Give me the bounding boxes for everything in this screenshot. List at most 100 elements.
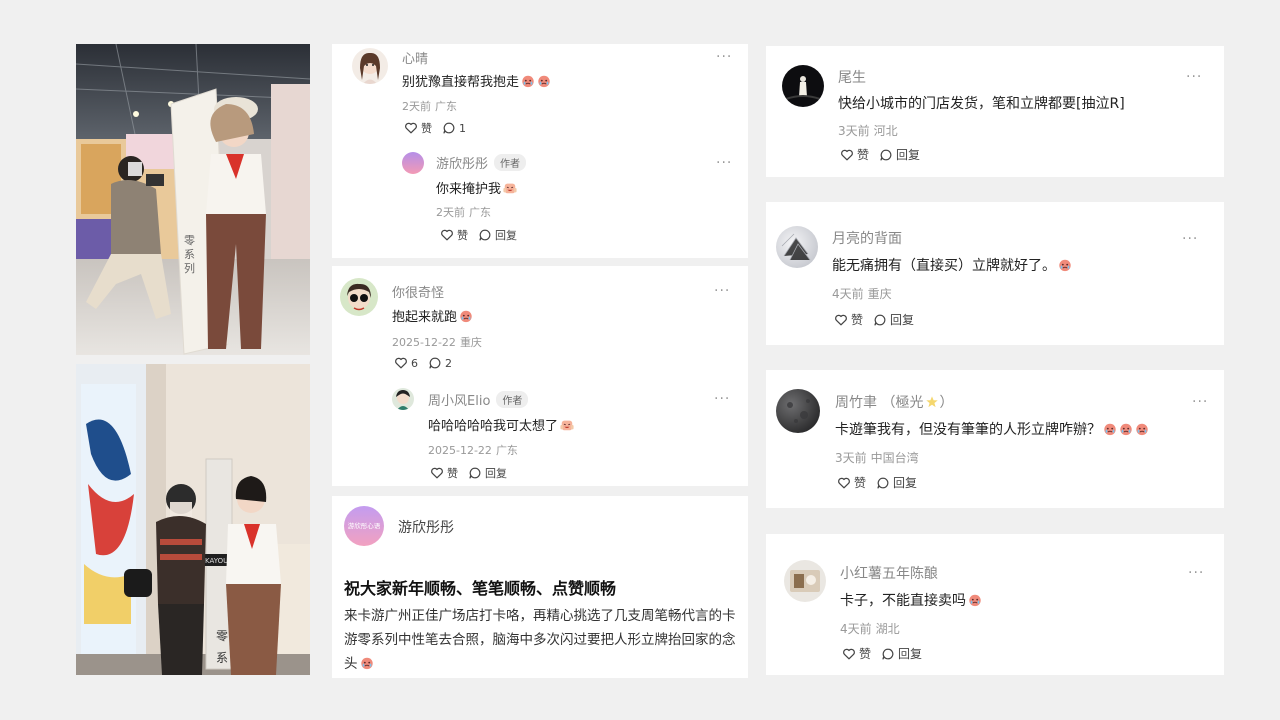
speech-bubble-icon [428, 356, 442, 370]
reply-button[interactable]: 2 [428, 356, 452, 370]
comment-actions: 赞 回复 [840, 146, 920, 163]
comment-username[interactable]: 你很奇怪 [392, 282, 444, 301]
reply-time: 2天前 [436, 206, 465, 219]
reply-location: 广东 [469, 206, 491, 219]
comment-meta: 2天前 广东 [402, 98, 457, 114]
reply-button[interactable]: 回复 [879, 146, 920, 163]
comment-username[interactable]: 月亮的背面 [832, 228, 902, 248]
post-card: 游欣彤心语 游欣彤彤 祝大家新年顺畅、笔笔顺畅、点赞顺畅 来卡游广州正佳广场店打… [332, 496, 748, 678]
comment-username[interactable]: 小红薯五年陈酿 [840, 563, 938, 583]
comment-location: 广东 [435, 100, 457, 113]
comment-text: 快给小城市的门店发货，笔和立牌都要[抽泣R] [838, 96, 1125, 112]
more-options-icon[interactable]: ··· [714, 284, 730, 298]
comment-meta: 4天前 湖北 [840, 622, 900, 636]
comment-card-r4: 小红薯五年陈酿 ··· 卡子，不能直接卖吗 4天前 湖北 赞 回复 [766, 534, 1224, 675]
like-button[interactable]: 赞 [842, 645, 871, 662]
more-options-icon[interactable]: ··· [716, 156, 732, 170]
comment-meta: 2025-12-22 重庆 [392, 336, 482, 349]
post-title: 祝大家新年顺畅、笔笔顺畅、点赞顺畅 [344, 579, 617, 598]
comment-username[interactable]: 周竹聿 （極光） [835, 392, 953, 412]
author-avatar[interactable]: 游欣彤心语 [344, 506, 384, 546]
heart-icon [840, 148, 854, 162]
reply-username[interactable]: 游欣彤彤 作者 [436, 153, 527, 172]
crying-face-emoji [459, 309, 473, 323]
heart-icon [404, 121, 418, 135]
avatar[interactable] [392, 388, 414, 410]
more-options-icon[interactable]: ··· [1192, 395, 1208, 409]
post-body: 来卡游广州正佳广场店打卡咯，再精心挑选了几支周笔畅代言的卡游零系列中性笔去合照，… [344, 608, 736, 672]
more-options-icon[interactable]: ··· [1182, 232, 1198, 246]
reply-button[interactable]: 回复 [881, 645, 922, 662]
comment-card-r1: 尾生 ··· 快给小城市的门店发货，笔和立牌都要[抽泣R] 3天前 河北 赞 回复 [766, 46, 1224, 177]
like-button[interactable]: 赞 [840, 146, 869, 163]
like-count: 6 [411, 356, 418, 370]
reply-meta: 2025-12-22 广东 [428, 444, 518, 457]
comment-text: 卡子，不能直接卖吗 [840, 590, 982, 610]
comment-text: 别犹豫直接帮我抱走 [402, 71, 551, 90]
speech-bubble-icon [468, 466, 482, 480]
crying-face-emoji [1119, 422, 1133, 436]
more-options-icon[interactable]: ··· [714, 392, 730, 406]
pen-brand-label: KAYOU [205, 557, 228, 565]
like-label: 赞 [421, 122, 432, 135]
like-button[interactable]: 赞 [440, 227, 468, 243]
avatar[interactable] [784, 560, 826, 602]
reply-button[interactable]: 回复 [468, 465, 507, 481]
svg-text:列: 列 [184, 261, 195, 275]
more-options-icon[interactable]: ··· [1188, 566, 1204, 580]
reply-button[interactable]: 回复 [873, 311, 914, 328]
comment-actions: 赞 回复 [842, 645, 922, 662]
comment-card-2: 你很奇怪 ··· 抱起来就跑 2025-12-22 重庆 6 2 周小风Elio 作… [332, 266, 748, 486]
more-options-icon[interactable]: ··· [716, 50, 732, 64]
like-button[interactable]: 赞 [430, 465, 458, 481]
speech-bubble-icon [873, 313, 887, 327]
comment-actions: 6 2 [394, 356, 452, 370]
comment-username[interactable]: 心晴 [402, 48, 428, 67]
crying-face-emoji [1058, 258, 1072, 272]
avatar[interactable] [340, 278, 378, 316]
avatar[interactable] [782, 65, 824, 107]
like-button[interactable]: 6 [394, 356, 418, 370]
reply-count: 2 [445, 356, 452, 370]
reply-button[interactable]: 1 [442, 121, 466, 135]
comment-username[interactable]: 尾生 [838, 67, 866, 87]
reply-text: 你来掩护我 [436, 178, 517, 197]
avatar[interactable] [402, 152, 424, 174]
svg-text:系: 系 [216, 651, 228, 665]
reply-button[interactable]: 回复 [478, 227, 517, 243]
comment-text: 能无痛拥有（直接买）立牌就好了。 [832, 255, 1072, 275]
avatar[interactable] [776, 226, 818, 268]
author-badge: 作者 [494, 154, 527, 171]
comment-time: 2天前 [402, 100, 431, 113]
crying-face-emoji [521, 74, 535, 88]
heart-icon [837, 476, 851, 490]
avatar[interactable] [352, 48, 388, 84]
comment-card-r3: 周竹聿 （極光） ··· 卡遊筆我有，但没有筆筆的人形立牌咋辦？ 3天前 中国台湾… [766, 370, 1224, 508]
heart-icon [440, 228, 454, 242]
photo-bottom: KAYOU 零 系 [76, 364, 310, 675]
like-button[interactable]: 赞 [834, 311, 863, 328]
like-button[interactable]: 赞 [404, 120, 432, 136]
laughing-hands-emoji [560, 418, 574, 432]
reply-button[interactable]: 回复 [876, 474, 917, 491]
speech-bubble-icon [879, 148, 893, 162]
author-badge: 作者 [496, 391, 529, 408]
crying-face-emoji [968, 593, 982, 607]
laughing-hands-emoji [503, 181, 517, 195]
reply-username[interactable]: 周小风Elio 作者 [428, 390, 529, 409]
crying-face-emoji [360, 656, 374, 670]
avatar[interactable] [776, 389, 820, 433]
heart-icon [430, 466, 444, 480]
sparkle-icon [925, 395, 939, 409]
more-options-icon[interactable]: ··· [1186, 70, 1202, 84]
like-button[interactable]: 赞 [837, 474, 866, 491]
heart-icon [842, 647, 856, 661]
crying-face-emoji [1135, 422, 1149, 436]
standee-lettering: 零 [184, 234, 195, 247]
comment-meta: 3天前 中国台湾 [835, 451, 919, 465]
post-author[interactable]: 游欣彤彤 [398, 517, 454, 537]
reply-count: 1 [459, 121, 466, 135]
heart-icon [394, 356, 408, 370]
comment-actions: 赞 回复 [834, 311, 914, 328]
comment-card-1: 心晴 ··· 别犹豫直接帮我抱走 2天前 广东 赞 1 游欣彤彤 作者 ··· 你来… [332, 44, 748, 258]
